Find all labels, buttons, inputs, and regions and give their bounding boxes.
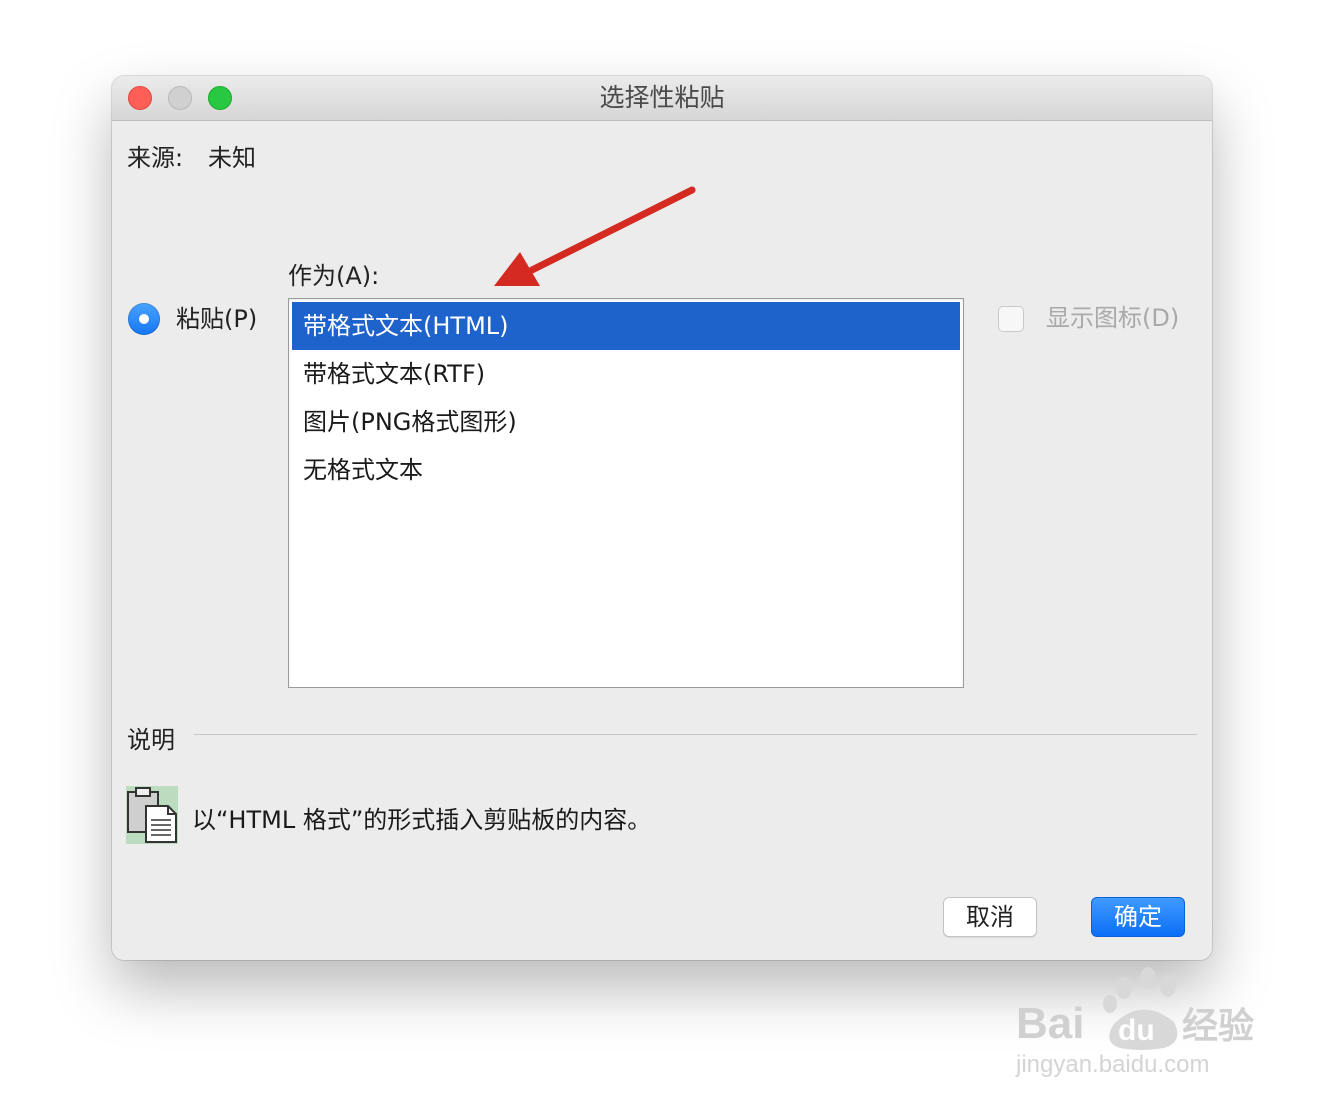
watermark-brand-latin: Bai [1016,999,1084,1048]
source-value: 未知 [208,144,256,172]
title-bar[interactable]: 选择性粘贴 [112,76,1212,121]
display-icon-checkbox [998,306,1024,332]
list-item-png[interactable]: 图片(PNG格式图形) [292,398,960,446]
description-text: 以“HTML 格式”的形式插入剪贴板的内容。 [192,806,652,834]
ok-button[interactable]: 确定 [1091,897,1185,937]
display-icon-label: 显示图标(D) [1046,304,1180,332]
window-title: 选择性粘贴 [599,83,725,112]
dialog-content: 来源: 未知 作为(A): 粘贴(P) 带格式文本(HTML) 带格式文本(RT… [112,120,1212,960]
paste-as-label: 作为(A): [288,262,380,290]
cancel-button[interactable]: 取消 [943,897,1037,937]
watermark-brand-cn: 经验 [1182,1006,1254,1047]
paste-radio-button[interactable] [128,303,160,335]
description-heading: 说明 [127,726,175,754]
list-item-plain-text[interactable]: 无格式文本 [292,446,960,494]
watermark-url: jingyan.baidu.com [1015,1051,1209,1078]
source-label: 来源: [127,144,184,172]
paste-special-dialog: 选择性粘贴 来源: 未知 作为(A): 粘贴(P) 带格式文本(HTML) 带格… [112,76,1212,960]
baidu-jingyan-watermark: Bai du 经验 jingyan.baidu.com [1015,967,1254,1078]
list-item-rtf[interactable]: 带格式文本(RTF) [292,350,960,398]
clipboard-document-icon [126,786,178,844]
watermark-brand-latin2: du [1118,1014,1155,1047]
description-divider [194,734,1197,735]
paste-radio-label[interactable]: 粘贴(P) [176,301,257,337]
screenshot-stage: 选择性粘贴 来源: 未知 作为(A): 粘贴(P) 带格式文本(HTML) 带格… [0,0,1324,1108]
list-item-html[interactable]: 带格式文本(HTML) [292,302,960,350]
paste-as-listbox[interactable]: 带格式文本(HTML) 带格式文本(RTF) 图片(PNG格式图形) 无格式文本 [288,298,964,688]
